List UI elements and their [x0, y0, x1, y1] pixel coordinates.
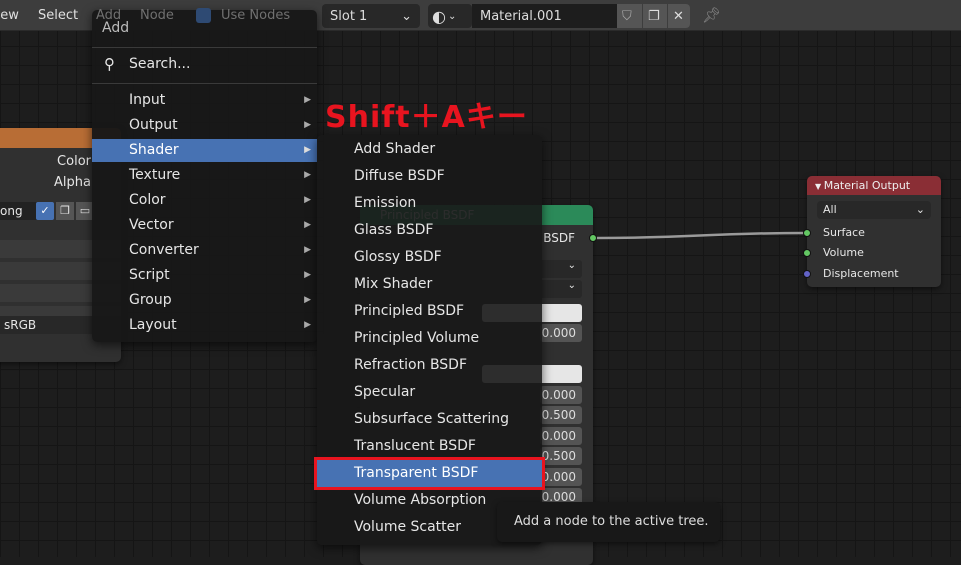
- menu-item-emission[interactable]: Emission: [317, 190, 542, 217]
- node-header: ▼ Material Output: [807, 176, 941, 195]
- pin-icon[interactable]: 📌︎: [702, 6, 721, 24]
- bsdf-output-socket[interactable]: [589, 234, 597, 242]
- menu-item-principled-volume[interactable]: Principled Volume: [317, 325, 542, 352]
- menu-item-label: Search...: [129, 56, 191, 72]
- menu-item-group[interactable]: Group ▶: [92, 288, 317, 313]
- submenu-arrow-icon: ▶: [304, 195, 311, 205]
- displacement-socket[interactable]: [803, 270, 811, 278]
- submenu-arrow-icon: ▶: [304, 145, 311, 155]
- menu-item-specular[interactable]: Specular: [317, 379, 542, 406]
- use-nodes-label: Use Nodes: [221, 8, 291, 23]
- search-icon: ⚲: [104, 55, 115, 73]
- duplicate-icon[interactable]: ❐: [56, 202, 74, 220]
- target-dropdown[interactable]: All ⌄: [817, 201, 931, 219]
- chevron-down-icon: ⌄: [447, 10, 457, 22]
- menu-item-output[interactable]: Output ▶: [92, 113, 317, 138]
- menu-select[interactable]: Select: [38, 8, 78, 23]
- value-field[interactable]: 0.500: [540, 447, 582, 465]
- menu-item-mix-shader[interactable]: Mix Shader: [317, 271, 542, 298]
- output-color-label: Color: [57, 154, 91, 169]
- volume-socket[interactable]: [803, 249, 811, 257]
- value-field[interactable]: 0.000: [540, 468, 582, 486]
- value-field[interactable]: 0.500: [540, 406, 582, 424]
- value-field[interactable]: 0.000: [540, 427, 582, 445]
- menu-item-converter[interactable]: Converter ▶: [92, 238, 317, 263]
- surface-socket[interactable]: [803, 229, 811, 237]
- menu-view[interactable]: View: [0, 8, 19, 23]
- divider: [92, 47, 317, 48]
- close-icon[interactable]: ✕: [668, 4, 690, 28]
- menu-item-texture[interactable]: Texture ▶: [92, 163, 317, 188]
- chevron-down-icon: ⌄: [915, 203, 925, 216]
- menu-item-layout[interactable]: Layout ▶: [92, 313, 317, 338]
- menu-node[interactable]: Node: [140, 8, 174, 23]
- node-link: [592, 231, 808, 240]
- menu-item-vector[interactable]: Vector ▶: [92, 213, 317, 238]
- menu-item-refraction-bsdf[interactable]: Refraction BSDF: [317, 352, 542, 379]
- submenu-arrow-icon: ▶: [304, 120, 311, 130]
- chevron-down-icon: ⌄: [401, 8, 412, 24]
- menu-item-translucent-bsdf[interactable]: Translucent BSDF: [317, 433, 542, 460]
- input-volume-label: Volume: [823, 246, 864, 259]
- menu-item-glass-bsdf[interactable]: Glass BSDF: [317, 217, 542, 244]
- menu-item-script[interactable]: Script ▶: [92, 263, 317, 288]
- value-field[interactable]: 0.000: [540, 324, 582, 342]
- duplicate-icon[interactable]: ❐: [643, 4, 667, 28]
- input-surface-label: Surface: [823, 226, 865, 239]
- menu-item-diffuse-bsdf[interactable]: Diffuse BSDF: [317, 163, 542, 190]
- output-bsdf-label: BSDF: [543, 231, 575, 245]
- menu-item-color[interactable]: Color ▶: [92, 188, 317, 213]
- menu-item-input[interactable]: Input ▶: [92, 88, 317, 113]
- fake-user-shield-icon[interactable]: ⛉: [617, 4, 642, 28]
- collapse-triangle-icon[interactable]: ▼: [815, 182, 824, 191]
- add-menu: Add ⚲ Search... Input ▶ Output ▶ Shader ▶ Te…: [92, 10, 317, 342]
- fake-user-shield-icon[interactable]: ✓: [36, 202, 54, 220]
- submenu-arrow-icon: ▶: [304, 320, 311, 330]
- node-title: Material Output: [823, 179, 911, 192]
- shortcut-annotation: Shift＋Aキー: [325, 100, 528, 135]
- menu-item-glossy-bsdf[interactable]: Glossy BSDF: [317, 244, 542, 271]
- material-name-field[interactable]: Material.001: [472, 4, 617, 28]
- submenu-arrow-icon: ▶: [304, 245, 311, 255]
- menu-item-subsurface-scattering[interactable]: Subsurface Scattering: [317, 406, 542, 433]
- divider: [92, 83, 317, 84]
- shading-sphere-icon: ◐: [432, 6, 446, 26]
- menu-add[interactable]: Add: [96, 8, 121, 23]
- use-nodes-checkbox[interactable]: [196, 8, 211, 23]
- output-alpha-label: Alpha: [54, 175, 91, 190]
- slot-value: Slot 1: [330, 8, 368, 24]
- target-value: All: [823, 203, 837, 216]
- submenu-arrow-icon: ▶: [304, 220, 311, 230]
- submenu-arrow-icon: ▶: [304, 295, 311, 305]
- submenu-arrow-icon: ▶: [304, 95, 311, 105]
- image-name-field[interactable]: ong: [0, 202, 40, 220]
- menu-item-shader[interactable]: Shader ▶: [92, 139, 317, 162]
- slot-dropdown[interactable]: Slot 1 ⌄: [322, 4, 420, 28]
- highlight-box: [314, 457, 545, 490]
- tooltip: Add a node to the active tree.: [497, 502, 720, 542]
- browse-material-button[interactable]: ◐ ⌄: [428, 4, 472, 28]
- submenu-arrow-icon: ▶: [304, 170, 311, 180]
- menu-item-search[interactable]: ⚲ Search...: [92, 52, 317, 77]
- menu-item-add-shader[interactable]: Add Shader: [317, 136, 542, 163]
- material-output-node[interactable]: ▼ Material Output All ⌄ Surface Volume Di…: [807, 176, 941, 287]
- value-field[interactable]: 0.000: [540, 386, 582, 404]
- input-displacement-label: Displacement: [823, 267, 899, 280]
- menu-item-principled-bsdf[interactable]: Principled BSDF: [317, 298, 542, 325]
- submenu-arrow-icon: ▶: [304, 270, 311, 280]
